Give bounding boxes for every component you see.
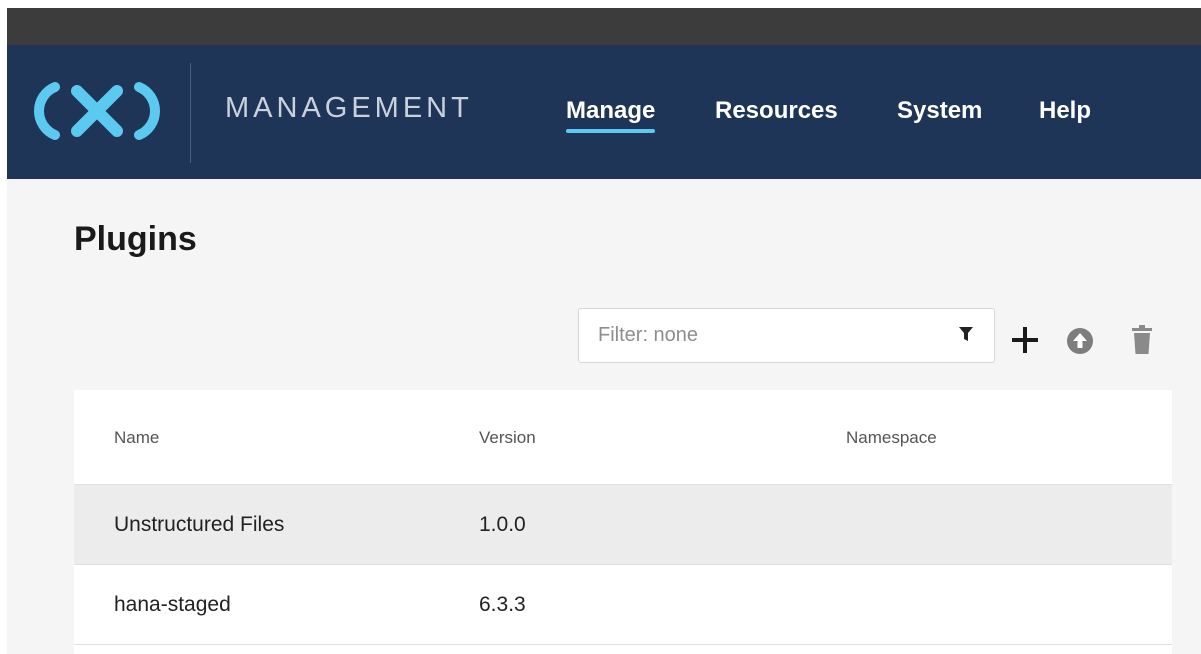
plugins-table: Name Version Namespace Unstructured File… [74, 390, 1172, 654]
brand-title: MANAGEMENT [225, 92, 473, 124]
nav-item-help[interactable]: Help [1039, 97, 1091, 125]
window-top-strip [0, 0, 1201, 8]
delete-plugin-button[interactable] [1131, 325, 1153, 355]
column-header-version[interactable]: Version [479, 428, 536, 448]
column-header-name[interactable]: Name [114, 428, 159, 448]
app-logo-icon[interactable] [27, 75, 167, 145]
cell-version: 6.3.3 [479, 593, 526, 616]
plus-icon [1012, 327, 1038, 353]
nav-item-system[interactable]: System [897, 97, 982, 125]
cell-version: 1.0.0 [479, 513, 526, 536]
table-row[interactable]: hana-staged 6.3.3 [74, 564, 1172, 644]
upload-plugin-button[interactable] [1066, 327, 1094, 355]
filter-input[interactable] [579, 309, 949, 362]
filter-funnel-icon[interactable] [958, 326, 974, 342]
nav-item-manage[interactable]: Manage [566, 97, 656, 133]
filter-field[interactable] [578, 308, 995, 363]
cell-name: Unstructured Files [114, 513, 285, 536]
top-navigation: MANAGEMENT Manage Resources System Help [7, 45, 1201, 179]
window-titlebar [7, 8, 1201, 45]
window-left-gutter [0, 8, 7, 654]
table-row-partial [74, 644, 1172, 654]
upload-icon [1067, 328, 1093, 354]
add-plugin-button[interactable] [1010, 325, 1040, 355]
cell-name: hana-staged [114, 593, 231, 616]
nav-divider [190, 63, 191, 163]
trash-icon [1132, 325, 1152, 354]
page-title: Plugins [74, 220, 197, 258]
table-row[interactable]: Unstructured Files 1.0.0 [74, 484, 1172, 564]
nav-item-resources[interactable]: Resources [715, 97, 838, 125]
column-header-namespace[interactable]: Namespace [846, 428, 937, 448]
